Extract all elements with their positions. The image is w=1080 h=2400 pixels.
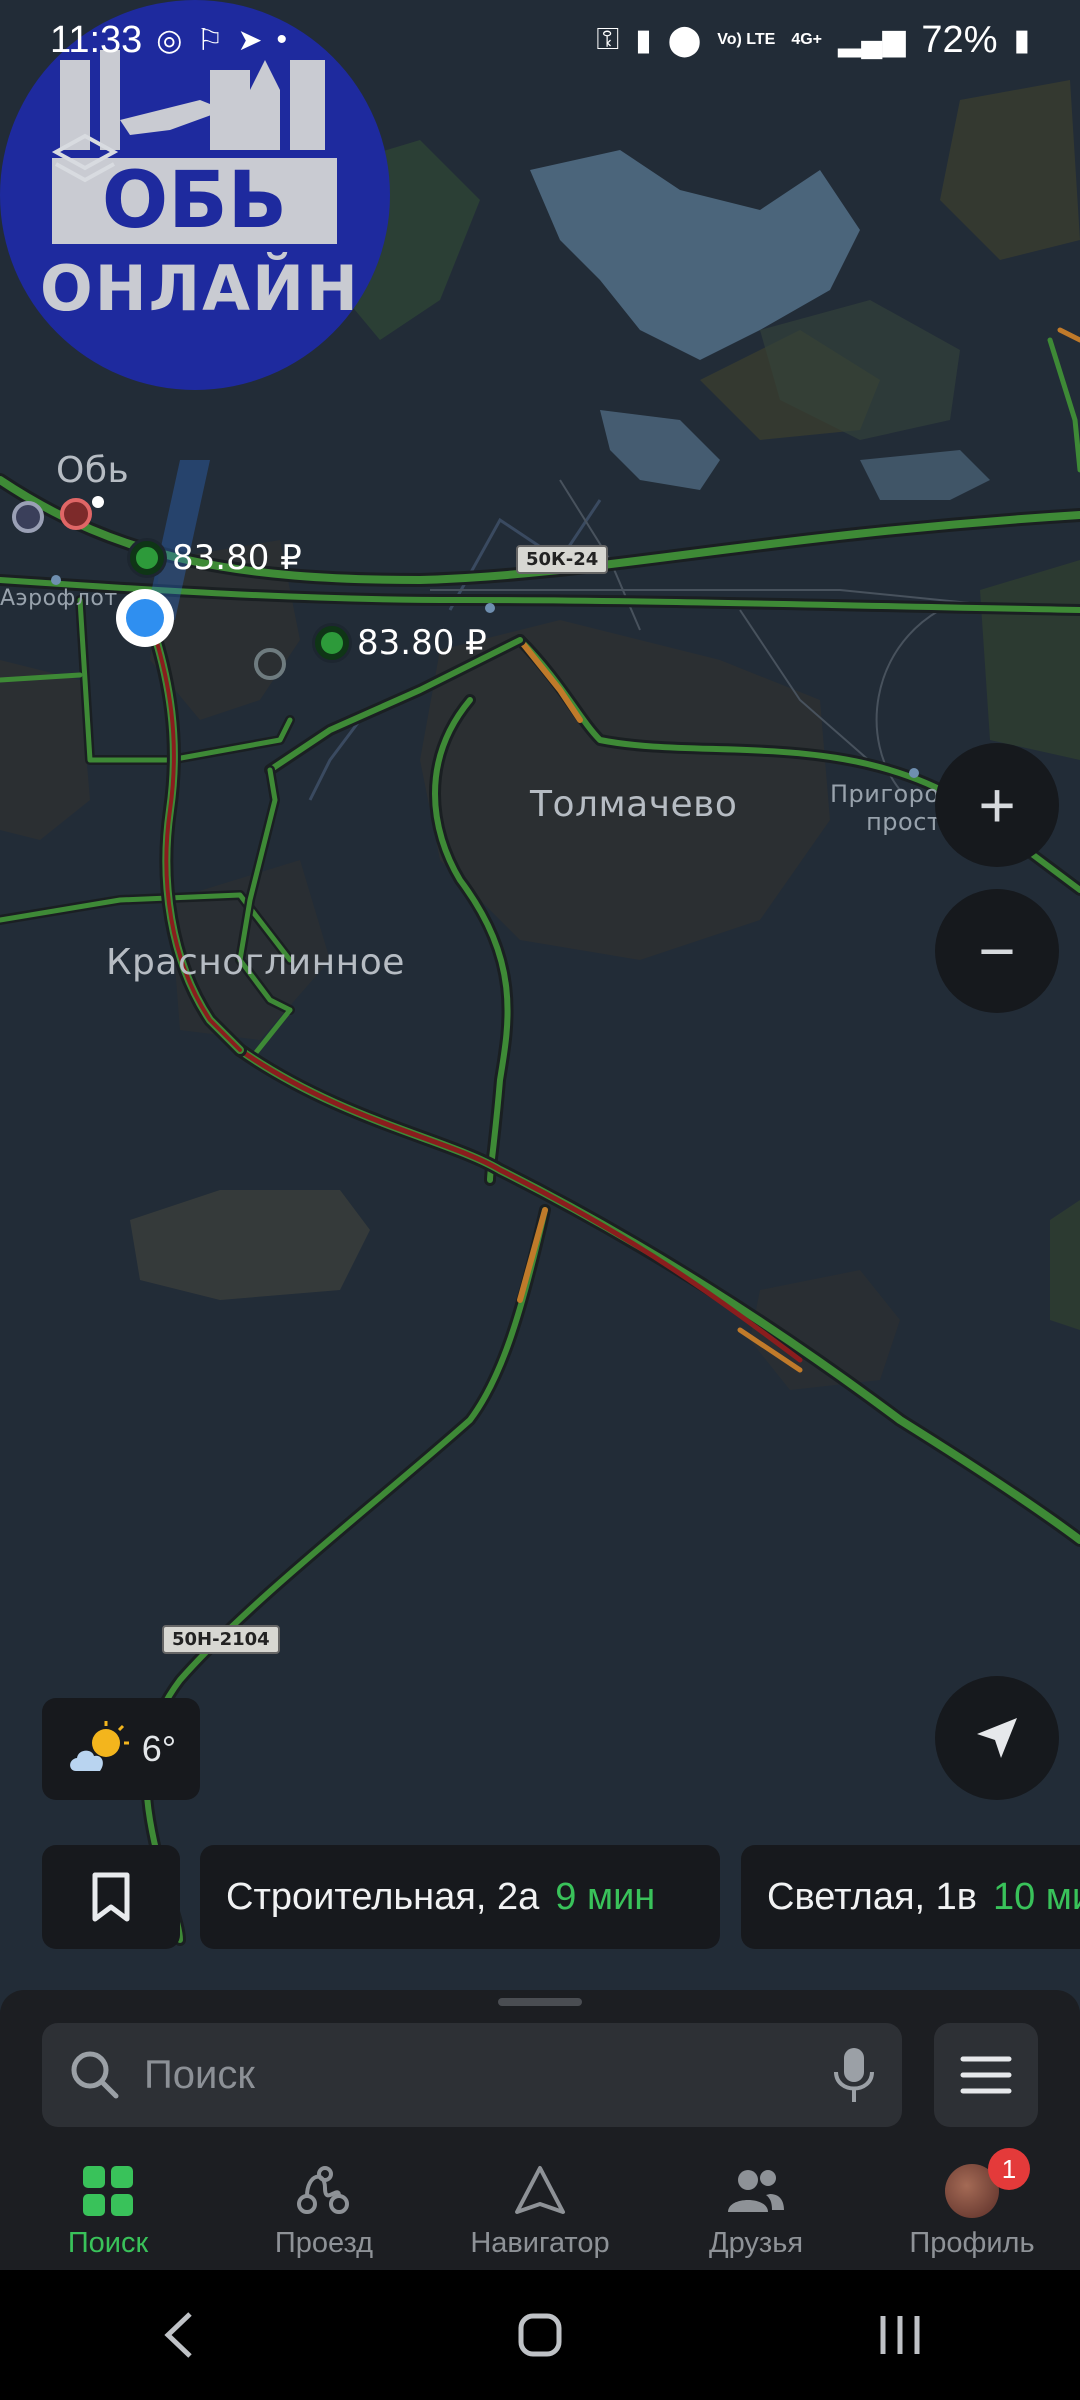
fuel-price-label: 83.80 ₽ bbox=[172, 538, 302, 578]
place-ob: Обь bbox=[56, 450, 130, 491]
screen: Обь Аэрофлот Толмачево Пригородный прост… bbox=[0, 0, 1080, 2400]
recents-icon bbox=[880, 2316, 920, 2354]
tab-profile[interactable]: 1 Профиль bbox=[864, 2148, 1080, 2270]
layers-icon bbox=[51, 133, 119, 183]
home-button[interactable] bbox=[480, 2285, 600, 2385]
battery-percent: 72% bbox=[921, 18, 998, 61]
status-time: 11:33 bbox=[50, 18, 143, 61]
search-input[interactable]: Поиск bbox=[42, 2023, 902, 2127]
menu-button[interactable] bbox=[934, 2023, 1038, 2127]
fuel-station-icon bbox=[130, 541, 164, 575]
quick-address-time: 9 мин bbox=[555, 1875, 656, 1918]
place-aeroflot: Аэрофлот bbox=[0, 586, 118, 611]
search-icon bbox=[71, 2051, 119, 2099]
weather-temperature: 6° bbox=[141, 1728, 177, 1769]
road-badge-50k24: 50К-24 bbox=[516, 545, 609, 574]
bottom-tab-bar: Поиск Проезд Навигатор Друзья 1 Профиль bbox=[0, 2148, 1080, 2270]
battery-icon: ▮ bbox=[1013, 23, 1030, 57]
bookmarks-button[interactable] bbox=[42, 1845, 180, 1949]
status-right: ⚿ ▮ ⬤ Vo) LTE 4G+ ▂▄▆ 72% ▮ bbox=[596, 19, 1030, 62]
grid-icon bbox=[81, 2161, 135, 2221]
microphone-icon[interactable] bbox=[832, 2046, 876, 2104]
app-notification-icon: ⚐ bbox=[196, 23, 224, 57]
signal-icon: ▂▄▆ bbox=[838, 23, 906, 57]
bookmark-icon bbox=[92, 1872, 130, 1922]
partly-cloudy-icon bbox=[69, 1721, 129, 1771]
back-button[interactable] bbox=[120, 2285, 240, 2385]
system-nav-bar bbox=[0, 2270, 1080, 2400]
more-dot-icon: • bbox=[276, 23, 288, 56]
fuel-station-icon bbox=[315, 626, 349, 660]
weather-widget[interactable]: 6° bbox=[42, 1698, 200, 1800]
tab-friends[interactable]: Друзья bbox=[648, 2150, 864, 2270]
tab-navigator[interactable]: Навигатор bbox=[432, 2150, 648, 2270]
tab-search[interactable]: Поиск bbox=[0, 2150, 216, 2270]
status-left: 11:33 ◎ ⚐ ➤ • bbox=[50, 19, 287, 62]
status-bar: 11:33 ◎ ⚐ ➤ • ⚿ ▮ ⬤ Vo) LTE 4G+ ▂▄▆ 72% … bbox=[0, 0, 1080, 80]
home-icon bbox=[518, 2313, 562, 2357]
hamburger-menu-icon bbox=[960, 2056, 1012, 2094]
quick-address-name: Строительная, 2а bbox=[226, 1875, 540, 1918]
tab-transit[interactable]: Проезд bbox=[216, 2150, 432, 2270]
vpn-key-icon: ⚿ bbox=[596, 23, 620, 56]
quick-address-1[interactable]: Строительная, 2а 9 мин bbox=[200, 1845, 720, 1949]
my-location-button[interactable] bbox=[935, 1676, 1059, 1800]
tab-label: Друзья bbox=[708, 2226, 804, 2259]
quick-address-2[interactable]: Светлая, 1в 10 мин bbox=[741, 1845, 1080, 1949]
instagram-icon: ◎ bbox=[156, 23, 183, 57]
volte-label: Vo) LTE bbox=[717, 31, 776, 48]
minus-icon: − bbox=[978, 915, 1016, 987]
layers-button[interactable] bbox=[50, 130, 120, 195]
navigator-icon bbox=[513, 2161, 567, 2221]
location-icon: ⬤ bbox=[667, 23, 702, 57]
quick-address-name: Светлая, 1в bbox=[767, 1875, 977, 1918]
friends-icon bbox=[726, 2161, 786, 2221]
zoom-in-button[interactable]: + bbox=[935, 743, 1059, 867]
recents-button[interactable] bbox=[840, 2285, 960, 2385]
tab-label: Проезд bbox=[274, 2226, 374, 2259]
battery-saver-icon: ▮ bbox=[635, 23, 652, 57]
notification-badge: 1 bbox=[988, 2148, 1030, 2190]
tab-label: Профиль bbox=[909, 2226, 1035, 2259]
plus-icon: + bbox=[978, 769, 1016, 841]
place-krasnoglinnoe: Красноглинное bbox=[106, 942, 405, 983]
tab-label: Навигатор bbox=[470, 2226, 610, 2259]
fuel-price-label: 83.80 ₽ bbox=[357, 623, 487, 663]
tab-label: Поиск bbox=[67, 2226, 149, 2259]
network-type: 4G+ bbox=[791, 31, 823, 48]
fuel-price-marker-2[interactable]: 83.80 ₽ bbox=[315, 623, 487, 663]
navigation-arrow-icon bbox=[977, 1718, 1017, 1758]
quick-address-time: 10 мин bbox=[992, 1875, 1080, 1918]
road-badge-50n2104: 50Н-2104 bbox=[162, 1625, 280, 1654]
fuel-price-marker-1[interactable]: 83.80 ₽ bbox=[130, 538, 302, 578]
search-placeholder: Поиск bbox=[144, 2052, 255, 2097]
zoom-out-button[interactable]: − bbox=[935, 889, 1059, 1013]
place-tolmachevo: Толмачево bbox=[530, 784, 738, 825]
back-chevron-icon bbox=[164, 2312, 192, 2358]
transit-icon bbox=[295, 2161, 353, 2221]
sheet-grab-handle[interactable] bbox=[498, 1998, 582, 2006]
telegram-icon: ➤ bbox=[237, 23, 263, 57]
logo-text-online: ОНЛАЙН bbox=[40, 252, 360, 325]
